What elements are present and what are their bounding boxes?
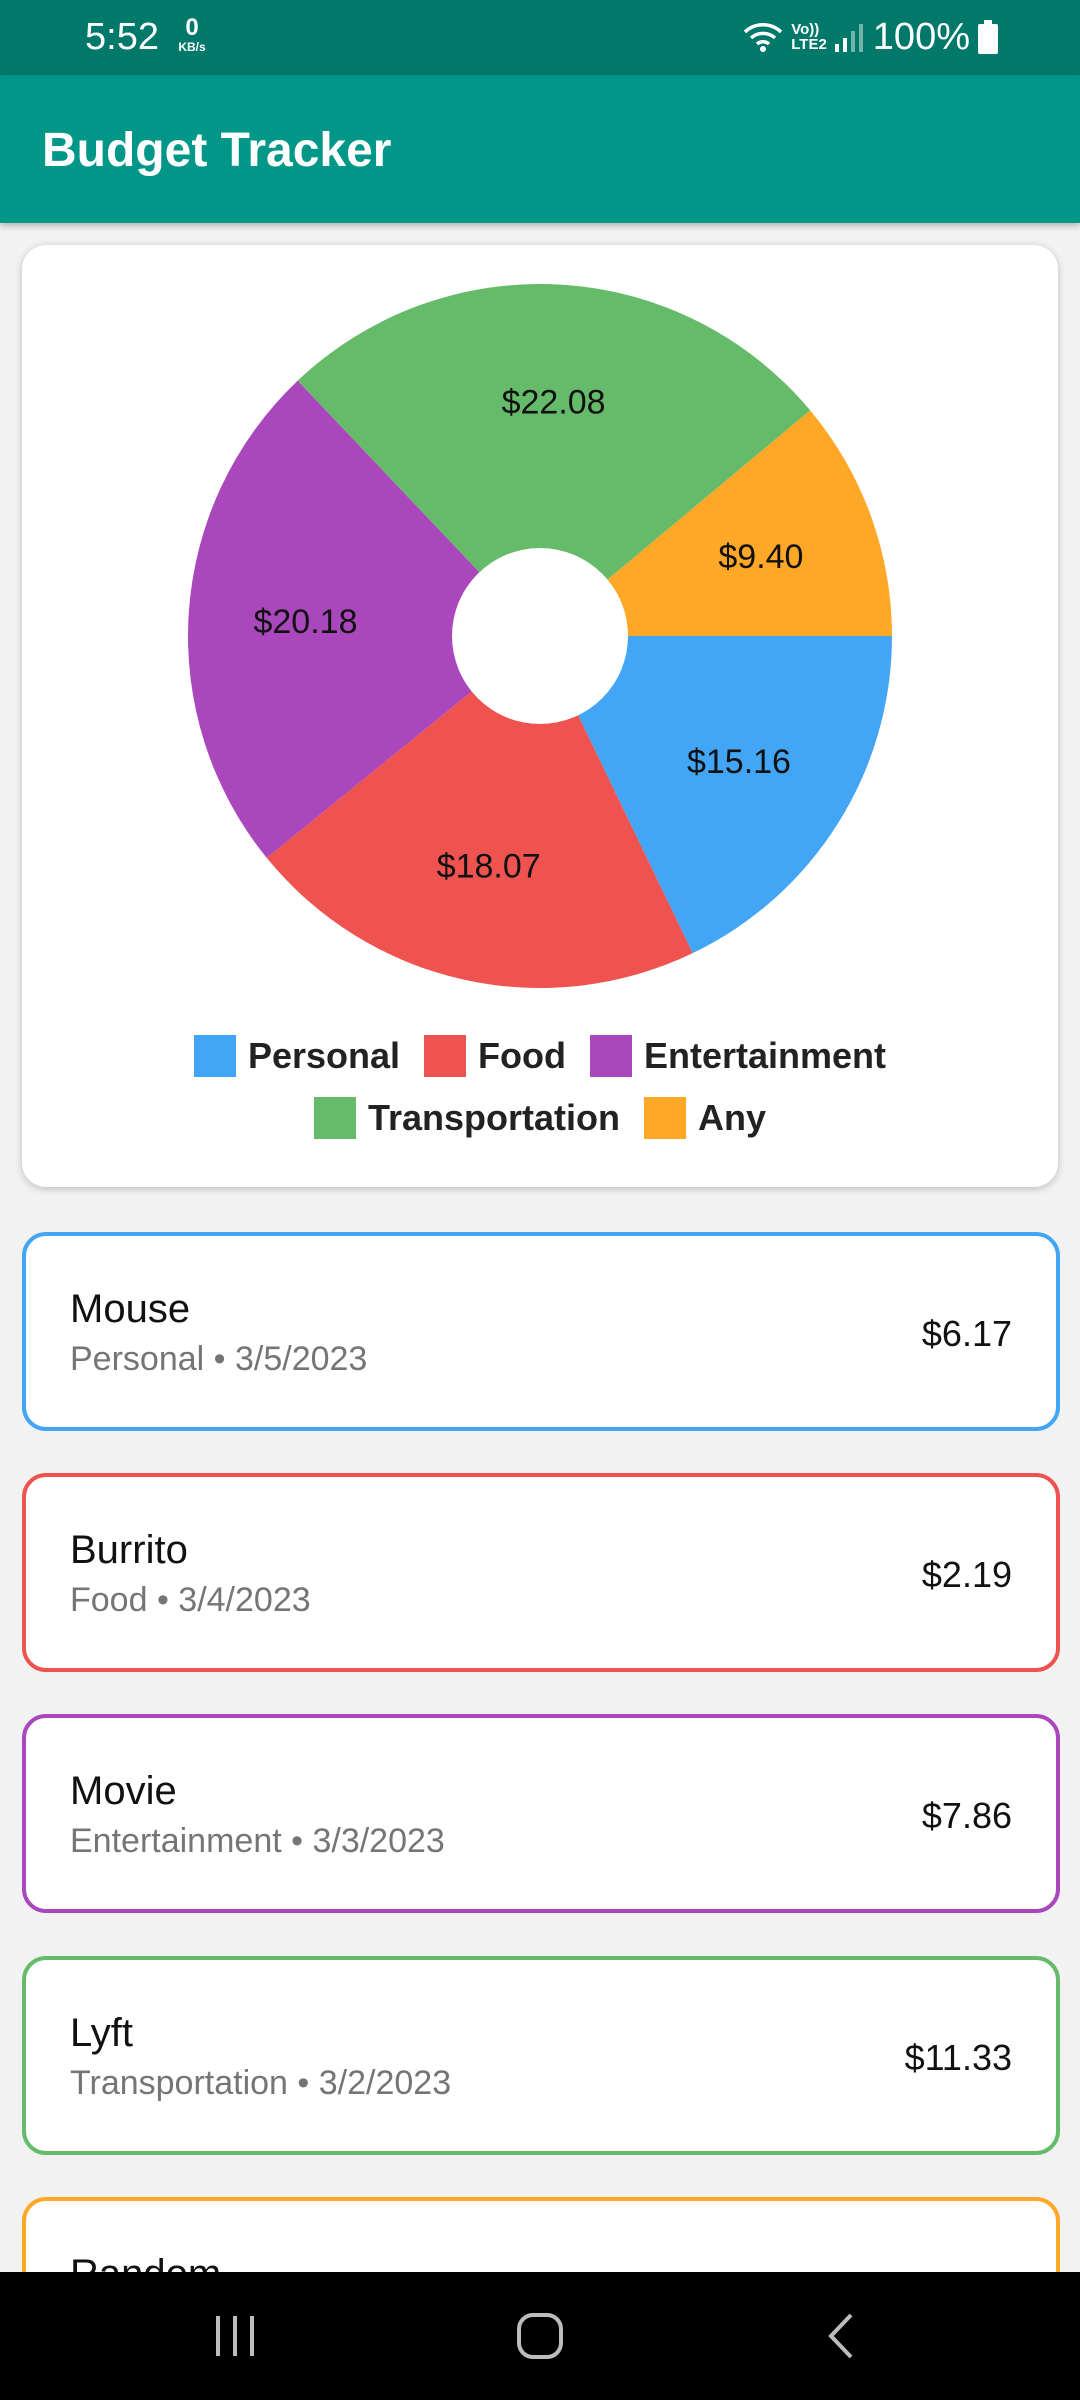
pie-label-personal: $15.16 <box>687 743 791 781</box>
status-time: 5:52 <box>85 16 159 58</box>
legend-label-food: Food <box>478 1035 566 1076</box>
pie-label-entertainment: $20.18 <box>253 603 357 641</box>
expense-card-movie[interactable]: Movie Entertainment • 3/3/2023 $7.86 <box>22 1714 1060 1913</box>
battery-percentage: 100% <box>872 16 970 58</box>
home-icon <box>517 2313 563 2359</box>
recents-button[interactable] <box>165 2272 305 2400</box>
expense-subtitle: Entertainment • 3/3/2023 <box>70 1822 445 1860</box>
legend-item-transportation: Transportation <box>313 1097 620 1139</box>
legend-swatch-personal <box>193 1035 236 1077</box>
pie-chart: $15.16 $18.07 $20.18 $22.08 $9.40 <box>187 284 892 988</box>
navigation-bar <box>0 2272 1080 2400</box>
legend-swatch-any <box>644 1097 686 1139</box>
expense-amount: $7.86 <box>921 1795 1012 1836</box>
expense-card-lyft[interactable]: Lyft Transportation • 3/2/2023 $11.33 <box>22 1956 1060 2155</box>
network-type-top: Vo)) <box>791 21 820 38</box>
pie-label-any: $9.40 <box>718 538 803 576</box>
status-bar: 5:52 0 KB/s Vo)) LTE2 100% <box>0 0 1080 75</box>
network-type-bottom: LTE2 <box>791 36 827 53</box>
pie-hole <box>452 548 628 724</box>
network-speed-value: 0 <box>185 14 199 41</box>
expense-name: Movie <box>70 1769 177 1813</box>
expense-card-burrito[interactable]: Burrito Food • 3/4/2023 $2.19 <box>22 1473 1060 1672</box>
network-speed: 0 KB/s <box>172 14 212 54</box>
legend-swatch-food <box>424 1035 467 1077</box>
signal-icon <box>834 24 863 52</box>
legend-item-entertainment: Entertainment <box>590 1035 886 1077</box>
wifi-icon <box>744 23 783 52</box>
chart-legend: Personal Food Entertainment Transportati… <box>22 1035 1058 1139</box>
expense-amount: $6.17 <box>921 1313 1012 1354</box>
legend-row: Personal Food Entertainment <box>193 1035 886 1077</box>
expense-amount: $2.19 <box>921 1554 1012 1595</box>
legend-swatch-entertainment <box>590 1035 632 1077</box>
legend-row: Transportation Any <box>313 1097 766 1139</box>
legend-label-transportation: Transportation <box>367 1097 620 1138</box>
app-title: Budget Tracker <box>42 124 392 177</box>
back-icon <box>828 2313 853 2359</box>
legend-label-personal: Personal <box>247 1035 401 1076</box>
back-button[interactable] <box>770 2272 910 2400</box>
expense-subtitle: Personal • 3/5/2023 <box>70 1340 368 1378</box>
network-speed-unit: KB/s <box>178 40 206 54</box>
legend-item-personal: Personal <box>193 1035 401 1077</box>
expense-card-mouse[interactable]: Mouse Personal • 3/5/2023 $6.17 <box>22 1232 1060 1431</box>
expense-name: Burrito <box>70 1528 188 1572</box>
pie-label-transportation: $22.08 <box>502 383 606 421</box>
app-bar: Budget Tracker <box>0 75 1080 223</box>
pie-label-food: $18.07 <box>437 847 541 885</box>
network-type-icon: Vo)) LTE2 <box>791 22 827 52</box>
expense-amount: $11.33 <box>904 2037 1012 2078</box>
expense-subtitle: Food • 3/4/2023 <box>70 1581 311 1619</box>
legend-label-any: Any <box>698 1097 767 1138</box>
expense-name: Lyft <box>70 2011 133 2055</box>
legend-item-food: Food <box>424 1035 566 1077</box>
expense-name: Mouse <box>70 1287 191 1331</box>
recents-icon <box>216 2316 254 2356</box>
legend-item-any: Any <box>644 1097 766 1139</box>
legend-label-entertainment: Entertainment <box>644 1035 887 1076</box>
expense-subtitle: Transportation • 3/2/2023 <box>70 2064 452 2102</box>
legend-swatch-transportation <box>313 1097 356 1139</box>
home-button[interactable] <box>470 2272 610 2400</box>
battery-icon <box>978 20 998 54</box>
status-icons: Vo)) LTE2 100% <box>743 14 998 60</box>
chart-card: $15.16 $18.07 $20.18 $22.08 $9.40 Personal F… <box>22 245 1058 1187</box>
